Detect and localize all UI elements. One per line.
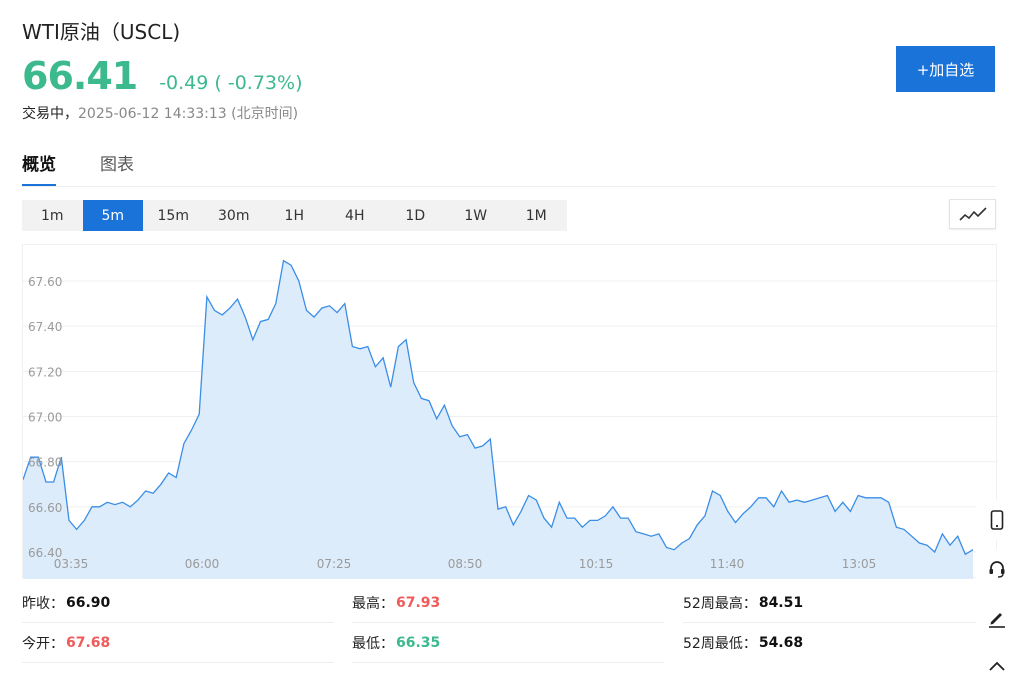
stat-label: 52周最低：: [683, 636, 757, 652]
mobile-button[interactable]: [976, 500, 1018, 540]
period-1mo[interactable]: 1M: [506, 200, 567, 231]
chevron-up-icon: [989, 661, 1005, 671]
headset-icon: [989, 561, 1005, 578]
support-button[interactable]: [976, 549, 1018, 589]
y-tick-label: 66.80: [28, 456, 62, 470]
stat-label: 昨收：: [22, 595, 64, 612]
price-chart-svg: 67.6067.4067.2067.0066.8066.6066.4003:35…: [23, 259, 998, 579]
stat-low: 最低： 66.35: [352, 623, 664, 663]
feedback-button[interactable]: [976, 598, 1018, 638]
period-1h[interactable]: 1H: [264, 200, 325, 231]
stat-value: 66.35: [396, 634, 441, 651]
chart-type-button[interactable]: [949, 199, 996, 229]
stat-label: 最高：: [352, 595, 394, 612]
period-selector: 1m 5m 15m 30m 1H 4H 1D 1W 1M: [22, 200, 567, 231]
period-15m[interactable]: 15m: [143, 200, 204, 231]
instrument-title: WTI原油（USCL): [22, 20, 181, 44]
stat-value: 66.90: [66, 594, 111, 611]
x-tick-label: 07:25: [317, 557, 352, 571]
tab-bar: 概览 图表: [22, 150, 134, 187]
x-tick-label: 10:15: [579, 557, 614, 571]
price-area: [23, 260, 973, 579]
price-chart[interactable]: 67.60 67.40 67.20 67.00 66.80 66.60 66.40 03:35…: [22, 244, 998, 579]
period-1d[interactable]: 1D: [385, 200, 446, 231]
stat-value: 84.51: [758, 594, 804, 611]
last-price: 66.41: [22, 54, 138, 98]
add-watchlist-button[interactable]: +加自选: [896, 46, 995, 92]
x-tick-label: 06:00: [185, 557, 220, 571]
stat-value: 67.93: [396, 594, 441, 611]
stat-52w-low: 52周最低： 54.68: [683, 623, 977, 663]
tab-overview[interactable]: 概览: [22, 150, 56, 187]
trading-status: 交易中，2025-06-12 14:33:13 (北京时间): [22, 103, 298, 123]
x-tick-label: 11:40: [710, 557, 745, 571]
y-tick-label: 67.20: [28, 365, 62, 379]
y-tick-label: 67.40: [28, 320, 62, 334]
period-30m[interactable]: 30m: [204, 200, 265, 231]
period-1m[interactable]: 1m: [22, 200, 83, 231]
stat-label: 52周最高：: [683, 595, 757, 612]
tab-divider: [22, 186, 996, 187]
trading-state: 交易中，: [22, 106, 78, 122]
stat-open: 今开： 67.68: [22, 623, 334, 663]
stat-label: 今开：: [22, 635, 64, 652]
pen-icon: [989, 613, 1005, 628]
y-tick-label: 66.60: [28, 501, 62, 515]
price-row: 66.41 -0.49 ( -0.73%): [22, 54, 302, 98]
period-4h[interactable]: 4H: [325, 200, 386, 231]
y-tick-label: 67.60: [28, 275, 62, 289]
y-tick-label: 67.00: [28, 411, 62, 425]
tab-chart[interactable]: 图表: [100, 150, 134, 187]
period-1w[interactable]: 1W: [446, 200, 507, 231]
x-tick-label: 13:05: [842, 557, 877, 571]
stat-52w-high: 52周最高： 84.51: [683, 583, 977, 623]
quote-time: 2025-06-12 14:33:13 (北京时间): [78, 106, 299, 122]
mobile-icon: [990, 510, 1004, 530]
stat-value: 67.68: [66, 634, 111, 651]
period-5m[interactable]: 5m: [82, 200, 143, 231]
x-tick-label: 03:35: [54, 557, 89, 571]
back-to-top-button[interactable]: [976, 646, 1018, 682]
stat-label: 最低：: [352, 635, 394, 652]
price-change: -0.49 ( -0.73%): [159, 72, 303, 94]
stat-value: 54.68: [758, 635, 804, 651]
x-tick-label: 08:50: [448, 557, 483, 571]
line-chart-icon: [958, 207, 987, 221]
stat-prev-close: 昨收： 66.90: [22, 583, 334, 623]
stat-high: 最高： 67.93: [352, 583, 664, 623]
